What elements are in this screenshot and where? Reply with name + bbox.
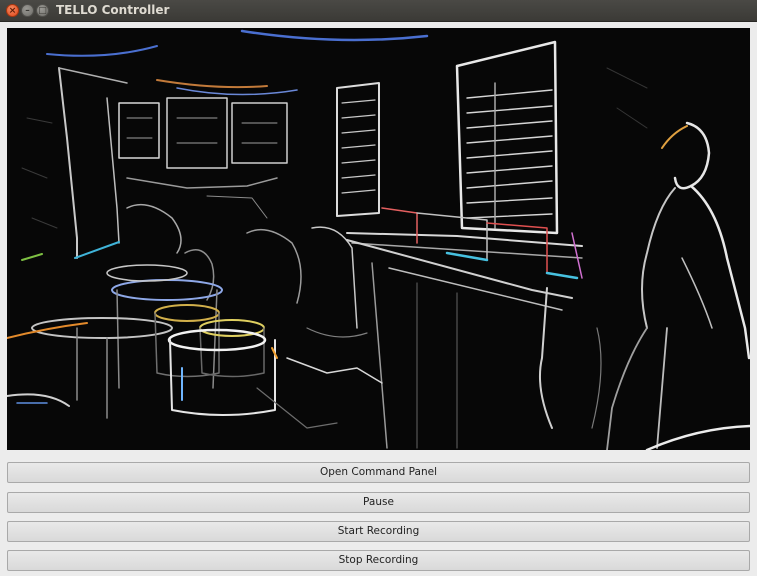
close-window-icon[interactable]: × <box>6 4 19 17</box>
maximize-window-icon[interactable]: □ <box>36 4 49 17</box>
window-titlebar: × – □ TELLO Controller <box>0 0 757 22</box>
window-title: TELLO Controller <box>56 3 170 17</box>
pause-button[interactable]: Pause <box>7 492 750 513</box>
video-feed <box>7 28 750 450</box>
minimize-window-icon[interactable]: – <box>21 4 34 17</box>
video-frame-image <box>7 28 750 450</box>
start-recording-button[interactable]: Start Recording <box>7 521 750 542</box>
stop-recording-button[interactable]: Stop Recording <box>7 550 750 571</box>
open-command-panel-button[interactable]: Open Command Panel <box>7 462 750 483</box>
